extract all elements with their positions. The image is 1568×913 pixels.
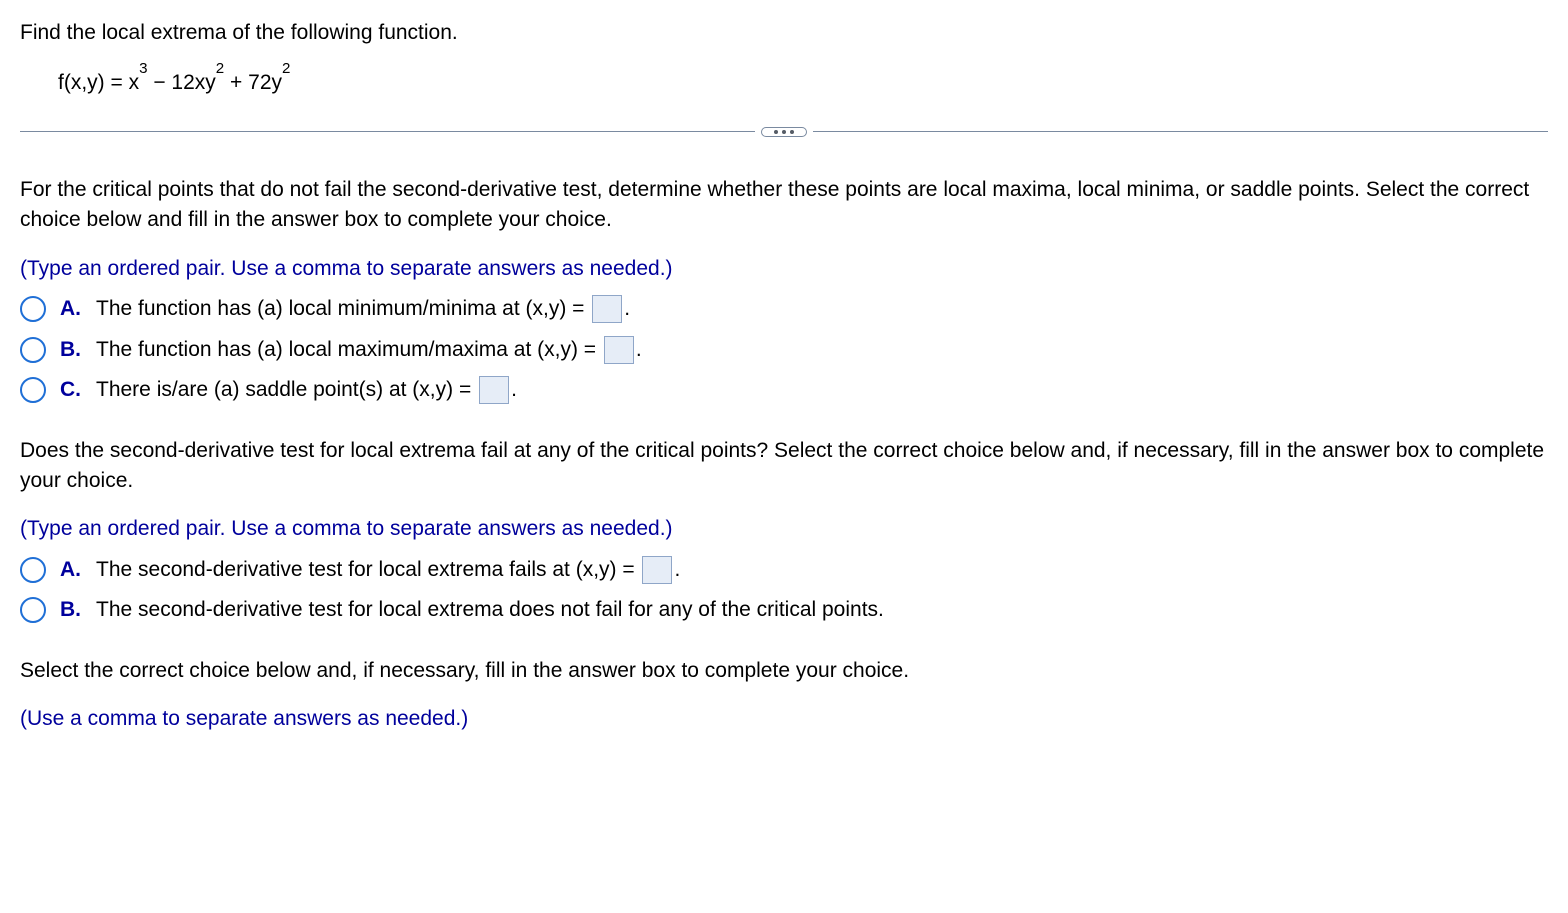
option-label: A. — [60, 555, 82, 585]
option-text: The function has (a) local maximum/maxim… — [96, 335, 596, 365]
radio-2a[interactable] — [20, 557, 46, 583]
radio-2b[interactable] — [20, 597, 46, 623]
period: . — [674, 555, 680, 585]
option-label: B. — [60, 595, 82, 625]
option-text: The second-derivative test for local ext… — [96, 555, 635, 585]
answer-input-2a[interactable] — [642, 556, 672, 584]
option-label: A. — [60, 294, 82, 324]
option-text: The function has (a) local minimum/minim… — [96, 294, 584, 324]
question-prompt: Find the local extrema of the following … — [20, 18, 1548, 48]
part2-instructions: Does the second-derivative test for loca… — [20, 436, 1548, 497]
option-row-2b: B. The second-derivative test for local … — [20, 595, 1548, 625]
eq-part: − 12xy — [148, 71, 216, 94]
eq-exp: 3 — [139, 60, 147, 77]
option-text: The second-derivative test for local ext… — [96, 595, 884, 625]
section-divider — [20, 127, 1548, 137]
option-row-2a: A. The second-derivative test for local … — [20, 555, 1548, 585]
radio-1b[interactable] — [20, 337, 46, 363]
period: . — [636, 335, 642, 365]
function-equation: f(x,y) = x3 − 12xy2 + 72y2 — [58, 66, 1548, 98]
radio-1a[interactable] — [20, 296, 46, 322]
part1-instructions: For the critical points that do not fail… — [20, 175, 1548, 236]
divider-line — [20, 131, 755, 132]
part2-hint: (Type an ordered pair. Use a comma to se… — [20, 514, 1548, 544]
option-label: B. — [60, 335, 82, 365]
more-button[interactable] — [761, 127, 807, 137]
answer-input-1b[interactable] — [604, 336, 634, 364]
dots-icon — [774, 130, 778, 134]
option-row-1b: B. The function has (a) local maximum/ma… — [20, 335, 1548, 365]
option-row-1c: C. There is/are (a) saddle point(s) at (… — [20, 375, 1548, 405]
eq-part: + 72y — [224, 71, 282, 94]
period: . — [624, 294, 630, 324]
option-label: C. — [60, 375, 82, 405]
part1-hint: (Type an ordered pair. Use a comma to se… — [20, 254, 1548, 284]
period: . — [511, 375, 517, 405]
part3-hint: (Use a comma to separate answers as need… — [20, 704, 1548, 734]
answer-input-1c[interactable] — [479, 376, 509, 404]
dots-icon — [782, 130, 786, 134]
option-row-1a: A. The function has (a) local minimum/mi… — [20, 294, 1548, 324]
eq-part: f(x,y) = x — [58, 71, 139, 94]
answer-input-1a[interactable] — [592, 295, 622, 323]
eq-exp: 2 — [282, 60, 290, 77]
radio-1c[interactable] — [20, 377, 46, 403]
dots-icon — [790, 130, 794, 134]
eq-exp: 2 — [216, 60, 224, 77]
option-text: There is/are (a) saddle point(s) at (x,y… — [96, 375, 471, 405]
part3-instructions: Select the correct choice below and, if … — [20, 656, 1548, 686]
divider-line — [813, 131, 1548, 132]
